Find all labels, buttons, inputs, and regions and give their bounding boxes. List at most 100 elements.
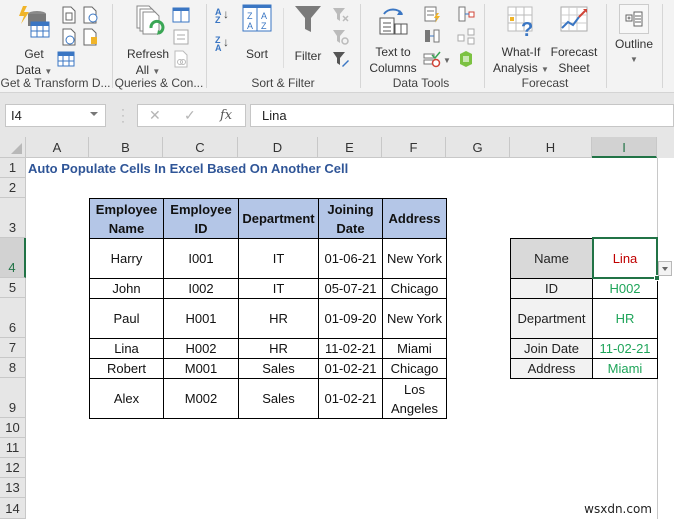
row-header-10[interactable]: 10 <box>0 418 26 438</box>
lookup-value[interactable]: H002 <box>592 278 658 299</box>
cell[interactable]: M001 <box>163 358 239 379</box>
cell[interactable]: H001 <box>163 298 239 339</box>
edit-links-icon[interactable] <box>172 50 190 68</box>
table-row: John I002 IT 05-07-21 Chicago <box>89 278 447 299</box>
cell[interactable]: 01-06-21 <box>318 238 383 279</box>
cell[interactable]: 11-02-21 <box>318 338 383 359</box>
header-address: Address <box>382 198 447 239</box>
sort-label: Sort <box>245 47 268 61</box>
outline-button[interactable]: Outline ▼ <box>611 4 657 68</box>
column-header-b[interactable]: B <box>89 137 163 158</box>
column-header-g[interactable]: G <box>446 137 510 158</box>
row-header-12[interactable]: 12 <box>0 458 26 478</box>
text-to-columns-button[interactable]: Text to Columns <box>367 4 419 76</box>
cell[interactable]: Chicago <box>382 278 447 299</box>
cell[interactable]: I001 <box>163 238 239 279</box>
forecast-sheet-button[interactable]: Forecast Sheet <box>549 4 599 76</box>
clear-filter-icon[interactable] <box>332 6 350 24</box>
row-header-7[interactable]: 7 <box>0 338 26 358</box>
cell[interactable]: HR <box>238 338 319 359</box>
cell[interactable]: New York <box>382 298 447 339</box>
cell[interactable]: I002 <box>163 278 239 299</box>
row-header-13[interactable]: 13 <box>0 478 26 498</box>
refresh-all-button[interactable]: Refresh All ▼ <box>123 4 173 80</box>
cell[interactable]: Los Angeles <box>382 378 447 419</box>
column-header-i[interactable]: I <box>592 137 657 158</box>
cell[interactable]: 01-09-20 <box>318 298 383 339</box>
manage-data-model-icon[interactable] <box>457 50 475 68</box>
data-validation-icon[interactable] <box>423 50 441 68</box>
cell[interactable]: Lina <box>89 338 164 359</box>
row-header-6[interactable]: 6 <box>0 298 26 338</box>
row-header-2[interactable]: 2 <box>0 178 26 198</box>
cell[interactable]: 01-02-21 <box>318 358 383 379</box>
cell[interactable]: Sales <box>238 378 319 419</box>
from-web-icon[interactable] <box>60 28 78 46</box>
column-header-d[interactable]: D <box>238 137 318 158</box>
chevron-down-icon[interactable] <box>90 112 98 116</box>
cell[interactable]: Sales <box>238 358 319 379</box>
svg-text:A: A <box>261 11 267 21</box>
row-header-5[interactable]: 5 <box>0 278 26 298</box>
reapply-filter-icon[interactable] <box>332 28 350 46</box>
cell[interactable]: John <box>89 278 164 299</box>
cell[interactable]: 05-07-21 <box>318 278 383 299</box>
lookup-value[interactable]: 11-02-21 <box>592 338 658 359</box>
cell[interactable]: IT <box>238 238 319 279</box>
column-header-f[interactable]: F <box>382 137 446 158</box>
sort-z-to-a-button[interactable]: Z A ↓ <box>215 36 229 53</box>
row-header-3[interactable]: 3 <box>0 198 26 238</box>
cell[interactable]: Paul <box>89 298 164 339</box>
name-box[interactable]: I4 <box>5 104 106 127</box>
cell[interactable]: H002 <box>163 338 239 359</box>
get-data-button[interactable]: Get Data ▼ <box>8 4 60 80</box>
column-header-c[interactable]: C <box>163 137 238 158</box>
select-all-button[interactable] <box>0 137 26 158</box>
lookup-value[interactable]: HR <box>592 298 658 339</box>
cell[interactable]: HR <box>238 298 319 339</box>
lookup-input-cell[interactable]: Lina <box>592 238 658 279</box>
row-header-8[interactable]: 8 <box>0 358 26 378</box>
existing-connections-icon[interactable] <box>81 28 99 46</box>
advanced-filter-icon[interactable] <box>332 50 350 68</box>
cell[interactable]: Chicago <box>382 358 447 379</box>
cell[interactable]: Harry <box>89 238 164 279</box>
row-header-14[interactable]: 14 <box>0 498 26 519</box>
from-table-icon[interactable] <box>57 50 75 68</box>
cell[interactable]: IT <box>238 278 319 299</box>
what-if-analysis-button[interactable]: ? What-If Analysis ▼ <box>493 4 549 78</box>
lookup-label: Department <box>510 298 593 339</box>
flash-fill-icon[interactable] <box>423 5 441 23</box>
cell[interactable]: Robert <box>89 358 164 379</box>
properties-icon[interactable] <box>172 28 190 46</box>
row-header-1[interactable]: 1 <box>0 158 26 178</box>
enter-icon[interactable]: ✓ <box>184 107 196 124</box>
filter-button[interactable]: Filter <box>289 4 327 64</box>
from-text-icon[interactable] <box>60 6 78 24</box>
row-header-11[interactable]: 11 <box>0 438 26 458</box>
column-header-e[interactable]: E <box>318 137 382 158</box>
recent-sources-icon[interactable] <box>81 6 99 24</box>
consolidate-icon[interactable] <box>457 5 475 23</box>
cell[interactable]: New York <box>382 238 447 279</box>
cell[interactable]: Alex <box>89 378 164 419</box>
remove-duplicates-icon[interactable] <box>423 27 441 45</box>
grip-icon[interactable]: · · · <box>121 103 125 127</box>
group-get-transform: Get Data ▼ Get & Transform D... <box>0 0 111 93</box>
lookup-value[interactable]: Miami <box>592 358 658 379</box>
column-header-h[interactable]: H <box>510 137 592 158</box>
cell[interactable]: M002 <box>163 378 239 419</box>
cell[interactable]: Miami <box>382 338 447 359</box>
relationships-icon[interactable] <box>457 27 475 45</box>
formula-input[interactable]: Lina <box>250 104 674 127</box>
insert-function-icon[interactable]: fx <box>220 108 232 123</box>
column-header-a[interactable]: A <box>26 137 89 158</box>
cell[interactable]: 01-02-21 <box>318 378 383 419</box>
sort-a-to-z-button[interactable]: A Z ↓ <box>215 8 229 25</box>
row-header-4[interactable]: 4 <box>0 238 26 278</box>
row-header-9[interactable]: 9 <box>0 378 26 418</box>
dropdown-list-button[interactable] <box>658 261 672 276</box>
cancel-icon[interactable]: ✕ <box>149 107 161 124</box>
sort-button[interactable]: Z A A Z Sort <box>239 4 275 62</box>
queries-connections-icon[interactable] <box>172 6 190 24</box>
